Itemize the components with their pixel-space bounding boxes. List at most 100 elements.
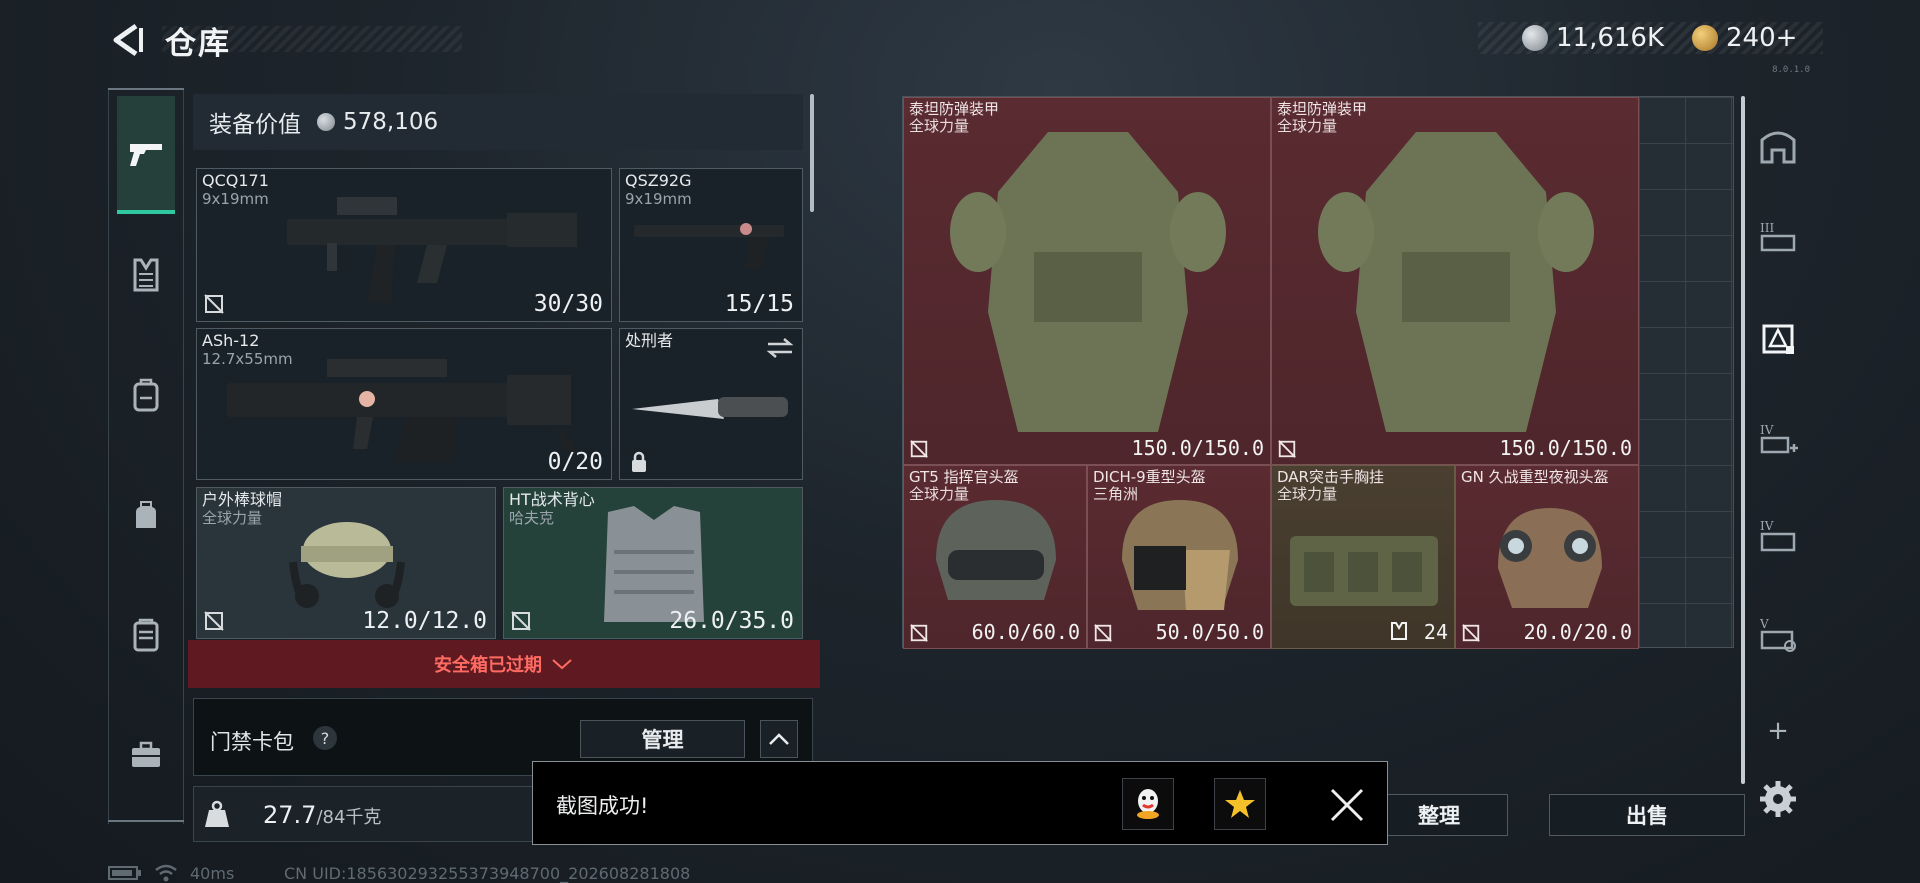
stash-item[interactable]: 泰坦防弹装甲 全球力量 150.0/150.0 [903, 97, 1271, 465]
item-name: 泰坦防弹装甲 [1277, 100, 1368, 118]
version-text: 8.0.1.0 [1772, 65, 1810, 75]
slot-name: 户外棒球帽 [202, 490, 283, 509]
stash-page-4a-icon[interactable]: IV [1758, 420, 1798, 460]
close-icon[interactable] [1326, 784, 1368, 826]
pistol-slot[interactable]: QSZ92G 9x19mm 15/15 [619, 168, 803, 322]
pistol-image [634, 223, 784, 269]
stash-item[interactable]: 泰坦防弹装甲 全球力量 150.0/150.0 [1271, 97, 1639, 465]
item-faction: 全球力量 [1277, 117, 1338, 135]
primary-weapon-slot[interactable]: QCQ171 9x19mm 30/30 [196, 168, 612, 322]
lock-icon [632, 451, 646, 472]
slot-faction: 全球力量 [202, 509, 263, 527]
item-name: GT5 指挥官头盔 [909, 468, 1019, 486]
item-capacity: 24 [1423, 620, 1448, 644]
item-durability: 60.0/60.0 [971, 620, 1080, 644]
nav-armor[interactable] [117, 246, 175, 304]
nvg-helmet-image [1498, 508, 1602, 608]
stash-home-icon[interactable] [1758, 126, 1798, 166]
gold-currency: 240+ [1692, 22, 1797, 54]
stash-page-active-icon[interactable] [1758, 318, 1798, 358]
no-insure-icon [204, 611, 224, 631]
weight-value: 27.7 [263, 801, 317, 829]
keycard-wallet-label: 门禁卡包 [210, 730, 294, 754]
qzone-star-icon [1225, 790, 1255, 818]
weight-icon [205, 800, 229, 827]
help-icon[interactable]: ? [313, 726, 337, 750]
manage-button[interactable]: 管理 [580, 720, 745, 758]
sell-button[interactable]: 出售 [1549, 794, 1745, 836]
vest-capacity-icon [1391, 622, 1407, 640]
collapse-button[interactable] [760, 720, 798, 758]
backpack-icon [133, 378, 159, 412]
stash-scrollbar[interactable] [1741, 96, 1745, 784]
equipment-scrollbar[interactable] [810, 94, 814, 212]
sort-button[interactable]: 整理 [1370, 794, 1508, 836]
left-nav-bottom-line [108, 820, 184, 822]
helmet-image [936, 500, 1056, 600]
swap-icon[interactable] [766, 337, 794, 359]
slot-count: 30/30 [533, 291, 603, 317]
no-insure-icon [1094, 624, 1112, 642]
melee-slot[interactable]: 处刑者 [619, 328, 803, 480]
no-insure-icon [511, 611, 531, 631]
nav-backpack[interactable] [117, 366, 175, 424]
wifi-icon [155, 864, 177, 882]
item-durability: 150.0/150.0 [1499, 436, 1632, 460]
pistol-icon [130, 144, 162, 166]
stash-item[interactable]: DICH-9重型头盔 三角洲 50.0/50.0 [1087, 465, 1271, 649]
safebox-expired-banner[interactable]: 安全箱已过期 [188, 640, 820, 688]
ping-text: 40ms [190, 864, 235, 883]
qq-penguin-icon [1137, 789, 1159, 819]
uid-text: CN UID:18563029325537394870​0_2026082818… [284, 864, 691, 883]
slot-caliber: 9x19mm [202, 190, 269, 208]
add-stash-page-button[interactable]: + [1762, 716, 1794, 748]
nav-weapons[interactable] [117, 96, 175, 214]
slot-count: 0/20 [547, 449, 603, 475]
stash-grid[interactable]: 泰坦防弹装甲 全球力量 150.0/150.0 泰坦防弹装甲 全球力量 150.… [902, 96, 1734, 649]
stash-item[interactable]: GN 久战重型夜视头盔 20.0/20.0 [1455, 465, 1639, 649]
battery-icon [108, 866, 141, 880]
slot-caliber: 9x19mm [625, 190, 692, 208]
equipment-value-bar: 装备价值 578,106 [193, 94, 803, 150]
slot-name: QCQ171 [202, 171, 269, 190]
item-durability: 50.0/50.0 [1155, 620, 1264, 644]
item-faction: 全球力量 [1277, 485, 1338, 503]
nav-bag[interactable] [117, 486, 175, 544]
vest-slot[interactable]: HT战术背心 哈夫克 26.0/35.0 [503, 487, 803, 639]
slot-name: HT战术背心 [509, 490, 595, 509]
weight-readout: 27.7/84千克 [263, 801, 381, 829]
left-nav-top-line [108, 88, 184, 90]
stash-item[interactable]: GT5 指挥官头盔 全球力量 60.0/60.0 [903, 465, 1087, 649]
stash-page-4b-icon[interactable]: IV [1758, 516, 1798, 556]
item-durability: 150.0/150.0 [1131, 436, 1264, 460]
warning-text: 安全箱已过期 [434, 655, 542, 676]
stash-page-5-icon[interactable]: V [1758, 614, 1798, 654]
container-icon [133, 618, 159, 652]
silver-currency: 11,616K [1522, 22, 1664, 54]
svg-text:IV: IV [1760, 423, 1774, 437]
no-insure-icon [204, 294, 224, 314]
slot-count: 12.0/12.0 [362, 608, 487, 634]
equipment-value: 578,106 [343, 109, 439, 135]
share-qzone-button[interactable] [1214, 778, 1266, 830]
helmet-slot[interactable]: 户外棒球帽 全球力量 12.0/12.0 [196, 487, 496, 639]
share-qq-button[interactable] [1122, 778, 1174, 830]
stash-page-3-icon[interactable]: III [1758, 218, 1798, 258]
nav-container[interactable] [117, 606, 175, 664]
slot-caliber: 12.7x55mm [202, 350, 293, 368]
no-insure-icon [910, 624, 928, 642]
nav-toolbox[interactable] [117, 726, 175, 784]
slot-name: QSZ92G [625, 171, 692, 190]
svg-text:IV: IV [1760, 519, 1774, 533]
vest-icon [133, 258, 159, 292]
equipment-value-label: 装备价值 [209, 112, 301, 138]
silver-coin-icon [317, 113, 335, 131]
stash-item[interactable]: DAR突击手胸挂 全球力量 24 [1271, 465, 1455, 649]
gear-icon[interactable] [1759, 780, 1797, 818]
item-durability: 20.0/20.0 [1523, 620, 1632, 644]
gold-coin-icon [1692, 25, 1718, 51]
svg-text:V: V [1759, 617, 1769, 631]
back-arrow-icon[interactable] [108, 22, 144, 58]
silver-amount: 11,616K [1556, 23, 1665, 53]
secondary-weapon-slot[interactable]: ASh-12 12.7x55mm 0/20 [196, 328, 612, 480]
